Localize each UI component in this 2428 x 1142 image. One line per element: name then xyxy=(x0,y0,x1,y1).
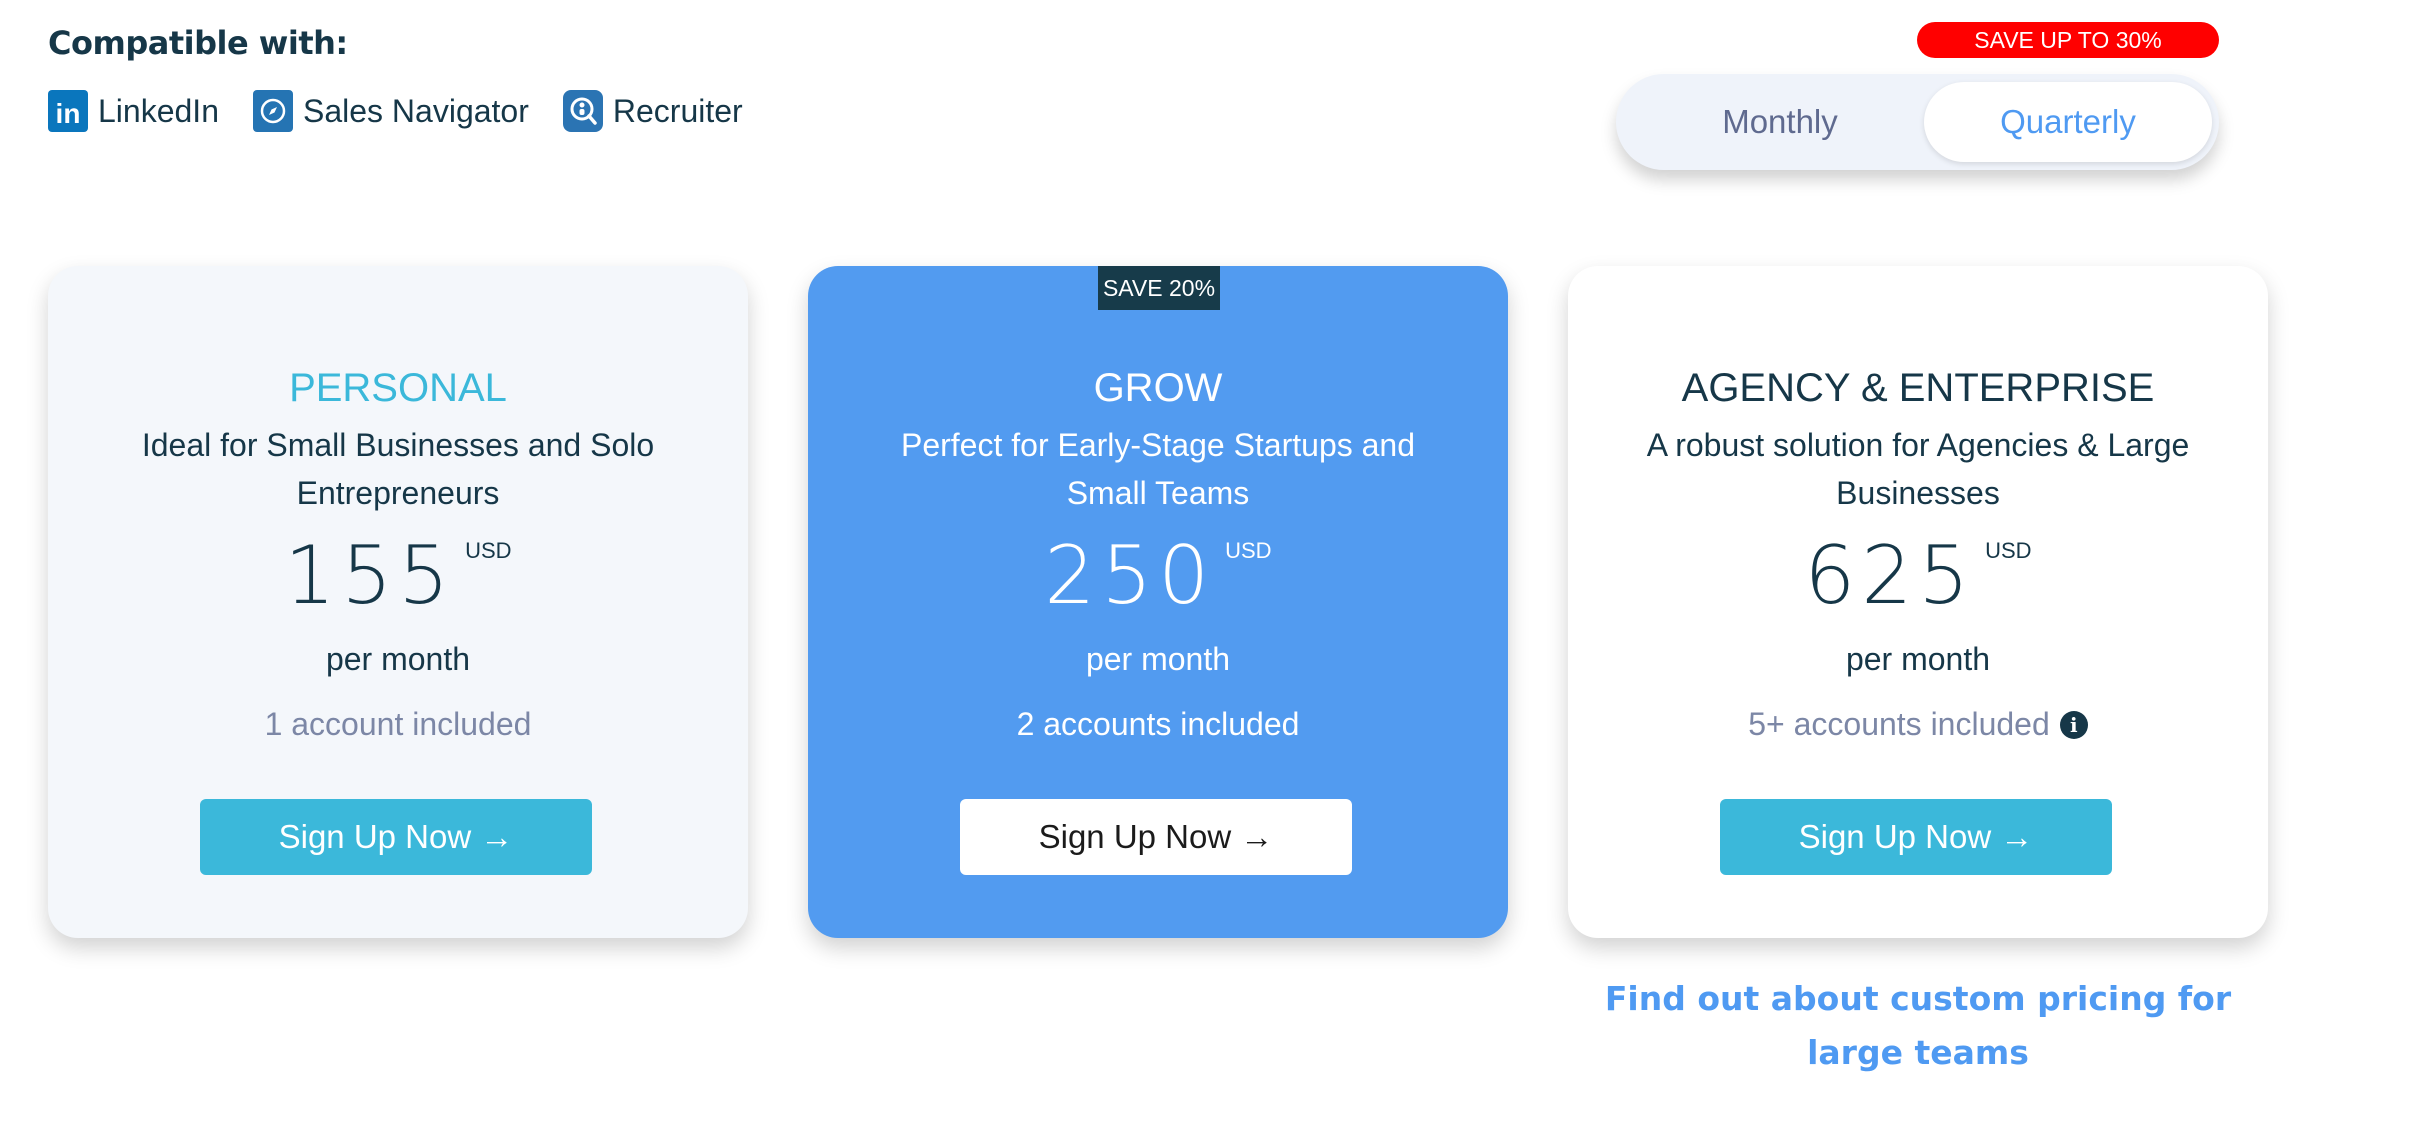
accounts-label: 1 account included xyxy=(264,706,532,742)
compass-icon xyxy=(252,90,293,132)
plan-period: per month xyxy=(325,641,471,677)
platform-label: LinkedIn xyxy=(98,92,219,129)
save-20-badge: SAVE 20% xyxy=(1098,266,1220,310)
plan-accounts: 5+ accounts included i xyxy=(1568,706,2268,743)
plan-description: Perfect for Early-Stage Startups and Sma… xyxy=(900,427,1416,511)
toggle-quarterly[interactable]: Quarterly xyxy=(1924,82,2212,162)
billing-period-toggle[interactable]: Monthly Quarterly xyxy=(1616,74,2219,170)
save-up-to-badge: SAVE UP TO 30% xyxy=(1917,22,2219,58)
accounts-label: 5+ accounts included xyxy=(1748,706,2050,742)
platform-label: Recruiter xyxy=(612,92,743,129)
plan-accounts: 1 account included xyxy=(48,706,748,743)
plan-currency: USD xyxy=(465,538,512,563)
plan-price: 625 xyxy=(1804,529,1976,622)
price-row: 155 USD xyxy=(48,526,748,626)
plan-name: PERSONAL xyxy=(289,366,507,410)
plan-description: A robust solution for Agencies & Large B… xyxy=(1646,427,2190,511)
sign-up-button-grow[interactable]: Sign Up Now → xyxy=(960,799,1352,875)
platform-recruiter: Recruiter xyxy=(562,90,743,132)
custom-pricing-link[interactable]: Find out about custom pricing for large … xyxy=(1598,972,2238,1080)
plan-card-grow: SAVE 20% GROW Perfect for Early-Stage St… xyxy=(808,266,1508,938)
linkedin-icon: in xyxy=(48,90,88,132)
sign-up-button-personal[interactable]: Sign Up Now → xyxy=(200,799,592,875)
plan-accounts: 2 accounts included xyxy=(808,706,1508,743)
toggle-monthly[interactable]: Monthly xyxy=(1636,82,1924,162)
plan-price: 155 xyxy=(284,529,456,622)
accounts-label: 2 accounts included xyxy=(1016,706,1300,742)
plan-description: Ideal for Small Businesses and Solo Entr… xyxy=(141,427,655,511)
plan-name: AGENCY & ENTERPRISE xyxy=(1681,366,2155,410)
platform-linkedin: in LinkedIn xyxy=(48,90,219,132)
compatible-platforms-list: in LinkedIn Sales Navigator Recruiter xyxy=(48,90,777,132)
platform-sales-navigator: Sales Navigator xyxy=(252,90,529,132)
plan-period: per month xyxy=(1085,641,1231,677)
plan-name: GROW xyxy=(1093,366,1223,410)
plan-currency: USD xyxy=(1225,538,1272,563)
plan-currency: USD xyxy=(1985,538,2032,563)
plan-period: per month xyxy=(1845,641,1991,677)
plan-card-agency-enterprise: AGENCY & ENTERPRISE A robust solution fo… xyxy=(1568,266,2268,938)
platform-label: Sales Navigator xyxy=(302,92,529,129)
plan-price: 250 xyxy=(1044,529,1216,622)
price-row: 625 USD xyxy=(1568,526,2268,626)
info-icon[interactable]: i xyxy=(2059,710,2088,739)
recruiter-icon xyxy=(562,90,603,132)
price-row: 250 USD xyxy=(808,526,1508,626)
plan-card-personal: PERSONAL Ideal for Small Businesses and … xyxy=(48,266,748,938)
compatible-with-heading: Compatible with: xyxy=(48,24,348,62)
sign-up-button-agency[interactable]: Sign Up Now → xyxy=(1720,799,2112,875)
